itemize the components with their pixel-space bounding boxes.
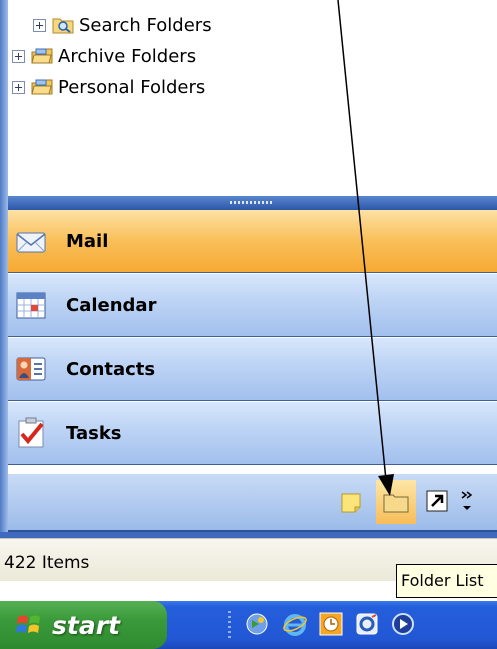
pane-border [0,0,8,536]
expand-icon[interactable] [33,18,46,32]
splitter-grip[interactable] [230,201,274,204]
calendar-icon [14,288,48,322]
nav-label: Calendar [66,294,157,316]
taskbar: start [0,601,497,649]
expand-icon[interactable] [12,80,25,94]
tree-item-archive-folders[interactable]: Archive Folders [12,43,196,69]
internet-explorer-icon[interactable] [282,611,308,637]
nav-label: Tasks [66,422,122,444]
media-icon[interactable] [244,611,270,637]
notes-icon[interactable] [340,492,362,514]
configure-buttons-icon[interactable] [458,488,476,516]
contacts-icon [14,352,48,386]
expand-icon[interactable] [12,49,25,63]
nav-button-calendar[interactable]: Calendar [8,274,497,337]
shortcuts-icon[interactable] [426,490,448,512]
tree-item-search-folders[interactable]: Search Folders [33,12,212,38]
tree-item-personal-folders[interactable]: Personal Folders [12,74,205,100]
archive-folder-icon [31,47,53,65]
clock-icon[interactable] [318,611,344,637]
nav-label: Mail [66,230,109,252]
tree-item-label: Personal Folders [58,76,206,98]
windows-logo-icon [16,612,42,638]
player-icon[interactable] [390,611,416,637]
nav-button-tasks[interactable]: Tasks [8,402,497,465]
nav-button-contacts[interactable]: Contacts [8,338,497,401]
personal-folder-icon [31,78,53,96]
start-button[interactable]: start [0,601,167,649]
folder-tree: Search Folders Archive Folders Personal … [0,0,497,200]
folder-list-icon[interactable] [376,480,416,524]
mail-icon [14,224,48,258]
pane-splitter[interactable] [8,196,497,210]
nav-icon-bar [8,474,497,532]
tooltip-folder-list: Folder List [396,564,497,598]
outlook-icon[interactable] [354,611,380,637]
tree-item-label: Archive Folders [58,45,197,67]
taskbar-grip[interactable] [228,611,231,641]
tree-item-label: Search Folders [79,14,212,36]
items-count: 422 Items [4,553,90,573]
tasks-icon [14,416,48,450]
search-folder-icon [52,16,74,34]
start-label: start [52,610,120,640]
nav-label: Contacts [66,358,156,380]
nav-button-mail[interactable]: Mail [8,210,497,273]
